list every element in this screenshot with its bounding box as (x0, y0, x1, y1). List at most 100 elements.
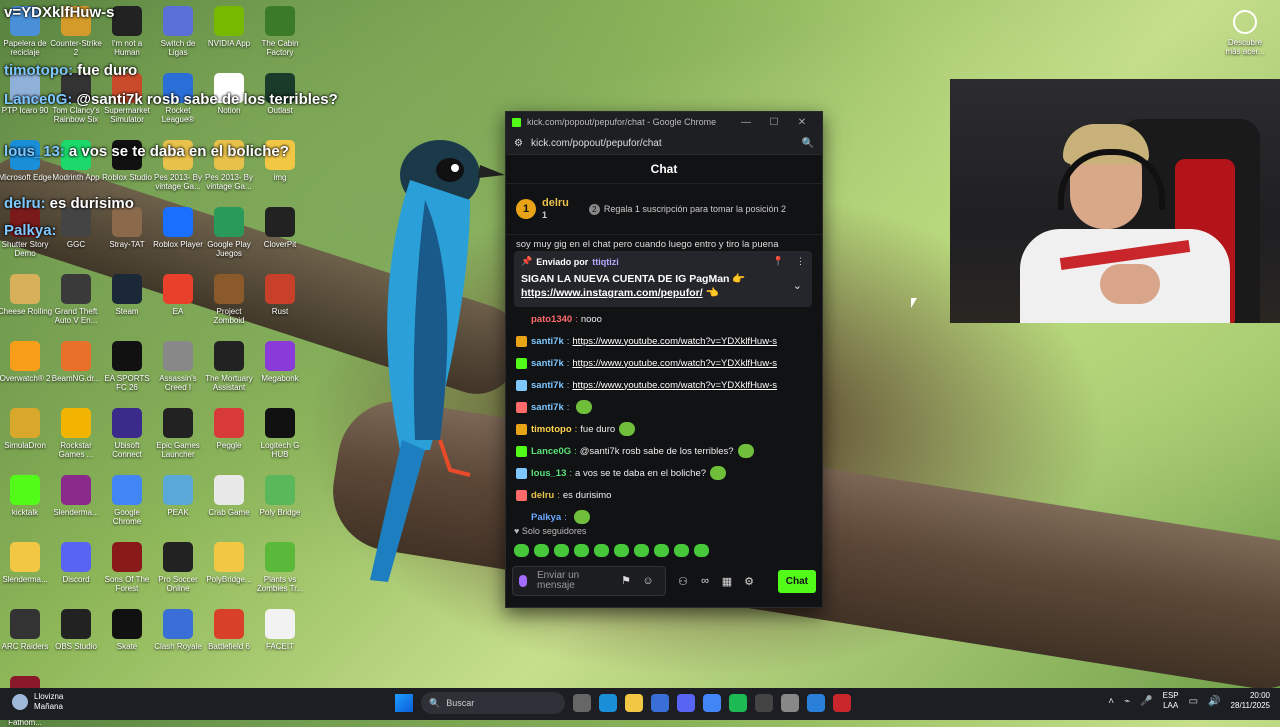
desktop-icon[interactable]: Discord (48, 542, 104, 584)
chat-username[interactable]: Palkya (531, 512, 561, 523)
weather-widget[interactable]: Llovizna Mañana (12, 692, 63, 712)
edge-icon[interactable] (599, 694, 617, 712)
chat-username[interactable]: timotopo (531, 424, 572, 435)
unpin-icon[interactable]: 📍 (773, 256, 784, 267)
chat-username[interactable]: Lance0G (531, 446, 571, 457)
desktop-icon[interactable]: Ubisoft Connect (99, 408, 155, 459)
task-view-icon[interactable] (573, 694, 591, 712)
start-button[interactable] (395, 694, 413, 712)
desktop-icon[interactable]: Google Play Juegos (201, 207, 257, 258)
desktop-icon[interactable]: OBS Studio (48, 609, 104, 651)
store-icon[interactable] (651, 694, 669, 712)
desktop-icon[interactable]: Project Zomboid (201, 274, 257, 325)
desktop-icon[interactable]: The Mortuary Assistant (201, 341, 257, 392)
settings-icon[interactable]: ⚙ (738, 575, 760, 588)
desktop-icon[interactable]: The Cabin Factory (252, 6, 308, 57)
desktop-icon[interactable]: Cheese Rolling (0, 274, 53, 316)
desktop-icon[interactable]: Battlefield 6 (201, 609, 257, 651)
chat-username[interactable]: delru (531, 490, 554, 501)
game-app-icon[interactable] (833, 694, 851, 712)
maximize-icon[interactable]: ☐ (760, 117, 788, 128)
chat-username[interactable]: lous_13 (531, 468, 566, 479)
microphone-icon[interactable]: 🎤 (1140, 696, 1152, 707)
desktop-icon[interactable]: Pro Soccer Online (150, 542, 206, 593)
emote-icon[interactable] (694, 544, 709, 557)
desktop-icon[interactable]: Crab Game (201, 475, 257, 517)
language-indicator[interactable]: ESP LAA (1163, 691, 1179, 711)
desktop-icon[interactable]: PolyBridge... (201, 542, 257, 584)
desktop-icon[interactable]: BeamNG.dr... (48, 341, 104, 383)
emote-icon[interactable] (534, 544, 549, 557)
chat-username[interactable]: santi7k (531, 336, 564, 347)
desktop-icon[interactable]: Clash Royale (150, 609, 206, 651)
emoji-icon[interactable]: ☺ (637, 576, 659, 587)
shop-icon[interactable]: ▦ (716, 575, 738, 588)
desktop-icon[interactable]: Sons Of The Forest (99, 542, 155, 593)
desktop-icon[interactable]: PEAK (150, 475, 206, 517)
github-icon[interactable] (755, 694, 773, 712)
minimize-icon[interactable]: — (732, 117, 760, 128)
desktop-icon[interactable]: Poly Bridge (252, 475, 308, 517)
desktop-icon[interactable]: Stray-TAT (99, 207, 155, 249)
chat-link[interactable]: https://www.youtube.com/watch?v=YDXklfHu… (572, 336, 777, 347)
chat-input[interactable]: Enviar un mensaje ⚑ ☺ (512, 566, 666, 596)
monitor-icon[interactable]: ▭ (1189, 696, 1198, 707)
chrome-icon[interactable] (703, 694, 721, 712)
desktop-icon[interactable]: Rust (252, 274, 308, 316)
desktop-icon[interactable]: Overwatch® 2 (0, 341, 53, 383)
settings-taskbar-icon[interactable] (781, 694, 799, 712)
chevron-down-icon[interactable]: ⌄ (793, 279, 802, 292)
desktop-icon[interactable]: EA (150, 274, 206, 316)
chat-username[interactable]: santi7k (531, 380, 564, 391)
emote-icon[interactable] (514, 544, 529, 557)
file-explorer-icon[interactable] (625, 694, 643, 712)
discord-icon[interactable] (677, 694, 695, 712)
clock[interactable]: 20:00 28/11/2025 (1231, 691, 1270, 711)
chevron-up-icon[interactable]: ˄ (1108, 696, 1114, 707)
zoom-icon[interactable]: 🔍 (802, 138, 814, 149)
send-chat-button[interactable]: Chat (777, 569, 816, 593)
desktop-icon[interactable]: CloverPit (252, 207, 308, 249)
address-bar[interactable]: ⚙ kick.com/popout/pepufor/chat 🔍 (506, 132, 822, 155)
desktop-icon[interactable]: ARC Raiders (0, 609, 53, 651)
emote-icon[interactable] (614, 544, 629, 557)
desktop-icon[interactable]: Logitech G HUB (252, 408, 308, 459)
app-icon[interactable] (807, 694, 825, 712)
desktop-icon[interactable]: Google Chrome (99, 475, 155, 526)
desktop-icon[interactable]: Grand Theft Auto V En... (48, 274, 104, 325)
chat-username[interactable]: pato1340 (531, 314, 572, 325)
emote-icon[interactable] (674, 544, 689, 557)
volume-icon[interactable]: 🔊 (1208, 696, 1220, 707)
translate-icon[interactable]: ⚑ (615, 576, 637, 587)
desktop-icon[interactable]: Epic Games Launcher (150, 408, 206, 459)
desktop-icon[interactable]: Slenderma... (0, 542, 53, 584)
desktop-icon[interactable]: FACEIT (252, 609, 308, 651)
emote-icon[interactable] (554, 544, 569, 557)
network-icon[interactable]: ⌁ (1124, 696, 1130, 707)
pinned-message[interactable]: 📌 Enviado por ttiqtizi 📍 ⋮ SIGAN LA NUEV… (514, 251, 812, 307)
chat-link[interactable]: https://www.youtube.com/watch?v=YDXklfHu… (572, 358, 777, 369)
desktop-icon[interactable]: Assassin's Creed I (150, 341, 206, 392)
desktop-icon[interactable]: SimulaDron (0, 408, 53, 450)
desktop-icon[interactable]: Steam (99, 274, 155, 316)
infinity-icon[interactable]: ∞ (694, 575, 716, 587)
desktop-icon[interactable]: Skate (99, 609, 155, 651)
desktop-icon[interactable]: Peggle (201, 408, 257, 450)
emote-icon[interactable] (574, 544, 589, 557)
desktop-icon[interactable]: Roblox Player (150, 207, 206, 249)
site-settings-icon[interactable]: ⚙ (514, 138, 523, 149)
desktop-icon[interactable]: Switch de Ligas (150, 6, 206, 57)
desktop-icon[interactable]: Slenderma... (48, 475, 104, 517)
chat-link[interactable]: https://www.youtube.com/watch?v=YDXklfHu… (572, 380, 777, 391)
more-options-icon[interactable]: ⋮ (796, 256, 805, 267)
chat-username[interactable]: santi7k (531, 358, 564, 369)
close-icon[interactable]: ✕ (788, 117, 816, 128)
users-icon[interactable]: ⚇ (672, 575, 694, 588)
discover-more[interactable]: Descubre más acer... (1220, 10, 1270, 56)
emote-icon[interactable] (654, 544, 669, 557)
pinned-author[interactable]: ttiqtizi (592, 257, 619, 267)
gift-prompt[interactable]: 2 Regala 1 suscripción para tomar la pos… (588, 203, 786, 215)
mic-icon[interactable] (519, 575, 527, 587)
emote-icon[interactable] (594, 544, 609, 557)
desktop-icon[interactable]: Megabonk (252, 341, 308, 383)
